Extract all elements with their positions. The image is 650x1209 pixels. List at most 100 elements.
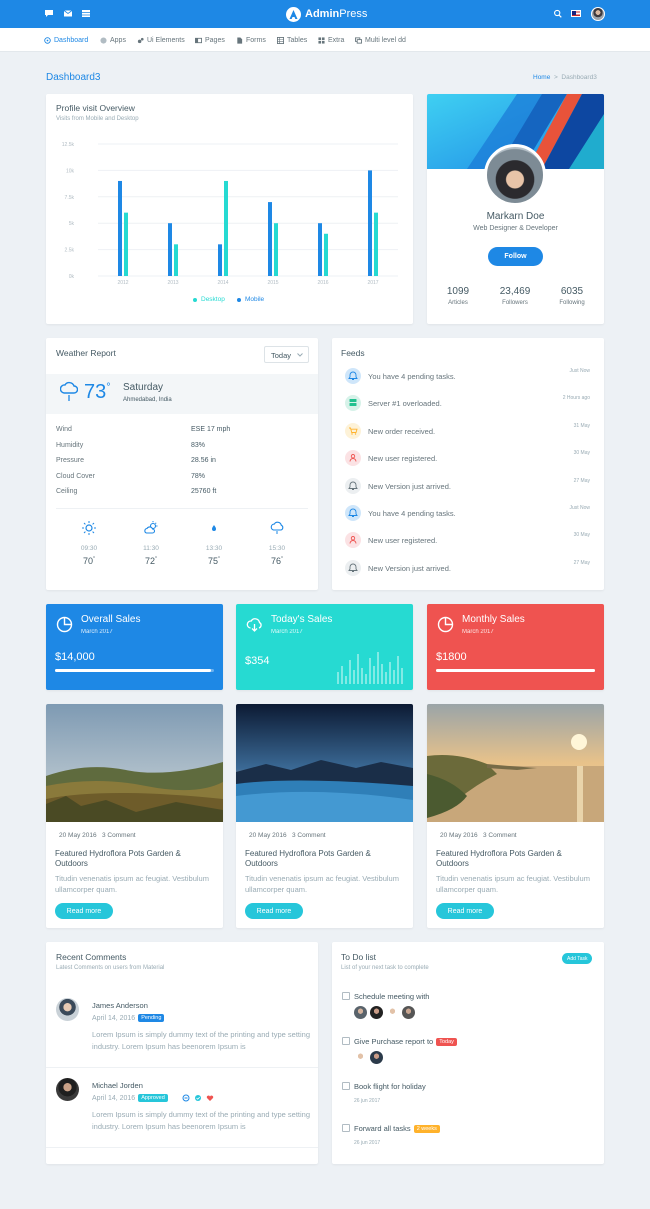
blog-title[interactable]: Featured Hydroflora Pots Garden & Outdoo… <box>436 849 596 869</box>
todo-checkbox[interactable] <box>342 992 350 1000</box>
add-task-button[interactable]: Add Task <box>562 953 593 964</box>
feeds-card: Feeds You have 4 pending tasks. Just Now S… <box>332 338 604 590</box>
x-tick-label: 2014 <box>217 280 228 286</box>
blog-title[interactable]: Featured Hydroflora Pots Garden & Outdoo… <box>245 849 405 869</box>
bar-desktop-2017[interactable] <box>374 212 378 276</box>
weather-title: Weather Report <box>56 348 116 358</box>
feed-item-text[interactable]: New order received. <box>368 427 435 436</box>
blog-card: 20 May 2016 3 Comment Featured Hydroflor… <box>46 704 223 928</box>
logo-icon <box>286 6 301 22</box>
apps-icon <box>100 36 107 44</box>
monthly-sales-progress <box>436 669 595 672</box>
y-tick-label: 0k <box>69 274 75 280</box>
overall-sales-card: Overall Sales March 2017 $14,000 <box>46 604 223 690</box>
cloud-icon <box>270 521 284 534</box>
user-icon <box>345 532 361 549</box>
todo-checkbox[interactable] <box>342 1124 350 1132</box>
todo-subtitle: List of your next task to complete <box>341 965 429 971</box>
blog-excerpt: Titudin venenatis ipsum ac feugiat. Vest… <box>245 874 399 894</box>
feed-item-text[interactable]: You have 4 pending tasks. <box>368 372 456 381</box>
profile-avatar <box>484 144 546 206</box>
forms-icon <box>237 36 243 44</box>
nav-ui-elements[interactable]: Ui Elements <box>137 28 185 52</box>
nav-apps[interactable]: Apps <box>100 28 126 52</box>
blog-excerpt: Titudin venenatis ipsum ac feugiat. Vest… <box>436 874 590 894</box>
feed-item-text[interactable]: Server #1 overloaded. <box>368 399 442 408</box>
forecast-1330: 13:30 75° <box>200 521 228 566</box>
nav-tables[interactable]: Tables <box>277 28 307 52</box>
todo-card: To Do list List of your next task to com… <box>332 942 604 1164</box>
read-more-button[interactable]: Read more <box>436 903 494 919</box>
check-icon <box>195 1095 201 1101</box>
bar-desktop-2014[interactable] <box>224 180 228 276</box>
read-more-button[interactable]: Read more <box>55 903 113 919</box>
nav-pages[interactable]: Pages <box>195 28 225 52</box>
message-icon[interactable] <box>44 9 54 18</box>
bar-mobile-2012[interactable] <box>118 180 122 276</box>
assignee-avatar <box>370 1051 383 1064</box>
profile-card: Markarn Doe Web Designer & Developer Fol… <box>427 94 604 324</box>
blog-card: 20 May 2016 3 Comment Featured Hydroflor… <box>236 704 413 928</box>
assignee-avatar <box>354 1006 367 1019</box>
blog-meta: 20 May 2016 3 Comment <box>249 832 326 839</box>
bar-desktop-2015[interactable] <box>274 223 278 276</box>
extra-icon <box>318 36 325 44</box>
commenter-avatar <box>56 1078 79 1101</box>
visits-bar-chart: 0k 2.5k 5k 7.5k 10k 12.5k 2012 2013 2014 2015 2016… <box>62 142 398 286</box>
feed-item-text[interactable]: New Version just arrived. <box>368 564 451 573</box>
feed-item-text[interactable]: New Version just arrived. <box>368 482 451 491</box>
bell-icon <box>345 368 361 384</box>
nav-forms[interactable]: Forms <box>236 28 266 52</box>
todo-checkbox[interactable] <box>342 1082 350 1090</box>
todo-title: To Do list <box>341 952 376 962</box>
search-icon[interactable] <box>553 9 563 18</box>
weather-temp: 73° <box>84 381 111 403</box>
bar-mobile-2013[interactable] <box>168 223 172 276</box>
blog-title[interactable]: Featured Hydroflora Pots Garden & Outdoo… <box>55 849 215 869</box>
weather-card: Weather Report Today 73° Saturday Ahmeda… <box>46 338 318 590</box>
comment-actions[interactable] <box>182 1094 218 1102</box>
todays-sales-title: Today's Sales <box>271 614 333 625</box>
stat-followers: 23,469 Followers <box>499 286 531 306</box>
follow-button[interactable]: Follow <box>488 247 543 266</box>
bar-mobile-2014[interactable] <box>218 244 222 276</box>
x-tick-label: 2016 <box>317 280 328 286</box>
bell-icon <box>345 505 361 521</box>
feed-item-text[interactable]: New user registered. <box>368 454 437 463</box>
brand-logo[interactable]: AdminPress <box>286 5 367 23</box>
bar-mobile-2016[interactable] <box>318 223 322 276</box>
weather-row-ceiling: Ceiling 25760 ft <box>56 488 217 495</box>
overall-sales-value: $14,000 <box>55 651 95 663</box>
y-tick-label: 10k <box>66 168 75 174</box>
assignee-avatar <box>386 1006 399 1019</box>
bar-mobile-2017[interactable] <box>368 170 372 276</box>
breadcrumb: Home > Dashboard3 <box>533 74 597 81</box>
weather-period-select[interactable]: Today <box>264 346 309 363</box>
cart-icon <box>345 422 361 439</box>
flag-us-icon[interactable] <box>571 10 581 17</box>
todo-checkbox[interactable] <box>342 1037 350 1045</box>
bar-desktop-2013[interactable] <box>174 244 178 276</box>
blog-image-coast-sunset <box>427 704 604 822</box>
feed-item-text[interactable]: New user registered. <box>368 536 437 545</box>
read-more-button[interactable]: Read more <box>245 903 303 919</box>
nav-multi-level[interactable]: Multi level dd <box>355 28 406 52</box>
blog-meta: 20 May 2016 3 Comment <box>440 832 517 839</box>
bar-desktop-2016[interactable] <box>324 233 328 276</box>
overall-sales-period: March 2017 <box>81 629 113 635</box>
overview-subtitle: Visits from Mobile and Desktop <box>56 116 139 122</box>
comment-date: April 14, 2016 Approved <box>92 1094 168 1102</box>
assignee-avatar <box>354 1051 367 1064</box>
bar-mobile-2015[interactable] <box>268 202 272 276</box>
nav-extra[interactable]: Extra <box>318 28 344 52</box>
mail-icon[interactable] <box>63 9 73 18</box>
grid-icon[interactable] <box>81 9 91 18</box>
breadcrumb-home[interactable]: Home <box>533 74 550 81</box>
blog-card: 20 May 2016 3 Comment Featured Hydroflor… <box>427 704 604 928</box>
bar-desktop-2012[interactable] <box>124 212 128 276</box>
blog-image-mountains <box>236 704 413 822</box>
feed-item-text[interactable]: You have 4 pending tasks. <box>368 509 456 518</box>
status-badge: Approved <box>138 1094 168 1102</box>
user-avatar[interactable] <box>591 7 605 21</box>
nav-dashboard[interactable]: Dashboard <box>44 28 88 52</box>
